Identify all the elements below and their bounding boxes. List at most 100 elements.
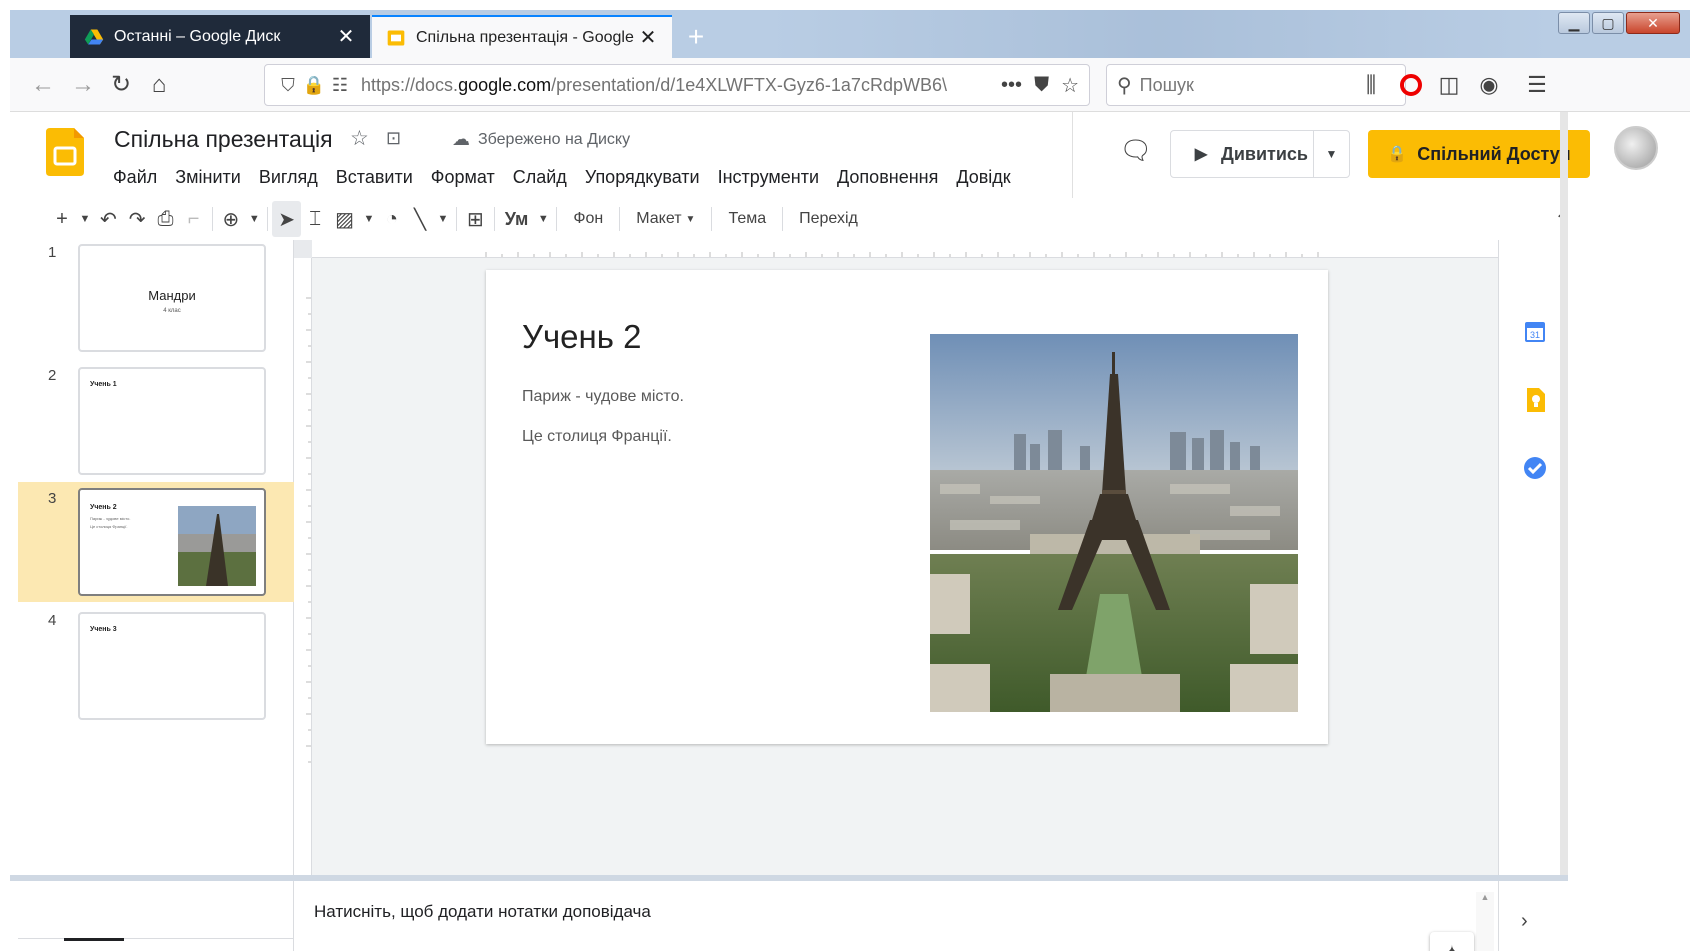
line-icon[interactable]: ╲ bbox=[406, 201, 434, 237]
save-status[interactable]: ☁ Збережено на Диску bbox=[452, 129, 630, 150]
slide-filmstrip: 1 Мандри 4 клас 2 Учень 1 3 Учень 2 Пари… bbox=[18, 240, 294, 951]
present-dropdown-icon[interactable]: ▼ bbox=[1313, 131, 1349, 177]
text-style-button[interactable]: Ум bbox=[499, 201, 535, 237]
select-cursor-icon[interactable]: ➤ bbox=[272, 201, 302, 237]
calendar-icon[interactable]: 31 bbox=[1519, 316, 1551, 348]
menu-slide[interactable]: Слайд bbox=[504, 162, 576, 192]
text-box-icon[interactable]: ⌶ bbox=[301, 201, 329, 237]
comments-icon[interactable]: 🗨 bbox=[1118, 132, 1154, 168]
share-button[interactable]: 🔒 Спільний Доступ bbox=[1368, 130, 1590, 178]
background-button[interactable]: Фон bbox=[561, 201, 615, 237]
chevron-right-icon[interactable]: › bbox=[1521, 910, 1528, 933]
slide-editor: Учень 2 Париж - чудове місто. Це столиця… bbox=[294, 240, 1498, 876]
shape-icon[interactable]: ◔ bbox=[378, 201, 406, 237]
bookmark-star-icon[interactable]: ☆ bbox=[1061, 73, 1079, 98]
move-to-folder-icon[interactable]: ⊡ bbox=[386, 128, 401, 149]
slide-thumbnail[interactable]: Учень 1 bbox=[78, 367, 266, 475]
zoom-dropdown-icon[interactable]: ▼ bbox=[245, 201, 263, 237]
transition-button[interactable]: Перехід bbox=[787, 201, 870, 237]
keep-icon[interactable] bbox=[1519, 384, 1551, 416]
slide-thumbnail-row-selected[interactable]: 3 Учень 2 Париж - чудове місто. Це столи… bbox=[18, 482, 294, 602]
speaker-notes[interactable]: Натисніть, щоб додати нотатки доповідача bbox=[294, 888, 1484, 951]
slide-body-line[interactable]: Це столиця Франції. bbox=[522, 428, 672, 446]
opera-icon[interactable] bbox=[1394, 68, 1428, 102]
url-text[interactable]: https://docs.google.com/presentation/d/1… bbox=[361, 75, 989, 96]
new-slide-icon[interactable]: + bbox=[48, 201, 76, 237]
image-icon[interactable]: ▨ bbox=[329, 201, 360, 237]
theme-button[interactable]: Тема bbox=[716, 201, 778, 237]
redo-icon[interactable]: ↷ bbox=[123, 201, 152, 237]
permissions-icon[interactable]: ☷ bbox=[327, 75, 353, 96]
account-icon[interactable]: ◉ bbox=[1472, 68, 1506, 102]
home-button[interactable]: ⌂ bbox=[142, 68, 176, 102]
slide-thumbnail[interactable]: Учень 2 Париж - чудове місто. Це столиця… bbox=[78, 488, 266, 596]
menu-icon[interactable]: ☰ bbox=[1520, 68, 1554, 102]
grid-view-icon[interactable]: ▦ bbox=[194, 938, 254, 951]
layout-button[interactable]: Макет ▼ bbox=[624, 201, 707, 237]
slide-title[interactable]: Учень 2 bbox=[522, 318, 641, 356]
tab-title: Останні – Google Диск bbox=[114, 27, 281, 45]
close-tab-icon[interactable]: ✕ bbox=[638, 25, 658, 50]
toolbar-divider bbox=[455, 207, 457, 231]
line-dropdown-icon[interactable]: ▼ bbox=[434, 201, 452, 237]
menu-file[interactable]: Файл bbox=[104, 162, 166, 192]
menu-edit[interactable]: Змінити bbox=[166, 162, 250, 192]
menu-format[interactable]: Формат bbox=[422, 162, 504, 192]
present-button[interactable]: ▶ Дивитись ▼ bbox=[1170, 130, 1350, 178]
google-slides-logo-icon[interactable] bbox=[46, 128, 84, 176]
explore-icon[interactable]: ✦ bbox=[1430, 932, 1474, 951]
menu-tools[interactable]: Інструменти bbox=[709, 162, 828, 192]
filmstrip-view-icon[interactable]: ▤ bbox=[64, 938, 124, 951]
paint-format-icon[interactable]: ⌐ bbox=[180, 201, 208, 237]
maximize-button[interactable]: ▢ bbox=[1592, 12, 1624, 34]
close-window-button[interactable]: ✕ bbox=[1626, 12, 1680, 34]
slide-thumbnail[interactable]: Учень 3 bbox=[78, 612, 266, 720]
menu-view[interactable]: Вигляд bbox=[250, 162, 327, 192]
svg-text:31: 31 bbox=[1530, 330, 1540, 340]
comment-add-icon[interactable]: ⊞ bbox=[461, 201, 490, 237]
toolbar-divider bbox=[711, 207, 713, 231]
menu-arrange[interactable]: Упорядкувати bbox=[576, 162, 709, 192]
slide-thumbnail-row[interactable]: 1 Мандри 4 клас bbox=[18, 240, 294, 360]
forward-button[interactable]: → bbox=[66, 68, 100, 102]
sidebar-toggle-icon[interactable]: ◫ bbox=[1432, 68, 1466, 102]
document-title[interactable]: Спільна презентація bbox=[114, 126, 333, 153]
url-bar[interactable]: ⛉ 🔒 ☷ https://docs.google.com/presentati… bbox=[264, 64, 1090, 106]
slide-thumbnail-row[interactable]: 4 Учень 3 bbox=[18, 608, 294, 728]
menu-help[interactable]: Довідк bbox=[947, 162, 1019, 192]
close-tab-icon[interactable]: ✕ bbox=[336, 24, 356, 49]
speaker-notes-placeholder[interactable]: Натисніть, щоб додати нотатки доповідача bbox=[314, 902, 651, 922]
eiffel-tower-image[interactable] bbox=[930, 334, 1298, 712]
menu-addons[interactable]: Доповнення bbox=[828, 162, 947, 192]
tab-slides[interactable]: Спільна презентація - Google ✕ bbox=[372, 15, 672, 58]
vertical-ruler[interactable] bbox=[294, 258, 312, 876]
tab-google-drive[interactable]: Останні – Google Диск ✕ bbox=[70, 15, 370, 58]
shield-icon[interactable]: ⛉ bbox=[275, 75, 301, 96]
undo-icon[interactable]: ↶ bbox=[94, 201, 123, 237]
avatar[interactable] bbox=[1614, 126, 1658, 170]
menu-insert[interactable]: Вставити bbox=[327, 162, 422, 192]
new-slide-dropdown-icon[interactable]: ▼ bbox=[76, 201, 94, 237]
reload-button[interactable]: ↻ bbox=[104, 68, 138, 102]
print-icon[interactable]: ⎙ bbox=[152, 201, 180, 237]
minimize-button[interactable]: ▁ bbox=[1558, 12, 1590, 34]
horizontal-ruler[interactable] bbox=[312, 240, 1498, 258]
zoom-icon[interactable]: ⊕ bbox=[217, 201, 246, 237]
image-dropdown-icon[interactable]: ▼ bbox=[360, 201, 378, 237]
star-icon[interactable]: ☆ bbox=[350, 126, 369, 151]
tasks-icon[interactable] bbox=[1519, 452, 1551, 484]
slide-thumbnail[interactable]: Мандри 4 клас bbox=[78, 244, 266, 352]
library-icon[interactable]: ⫼ bbox=[1354, 68, 1388, 102]
slide-thumbnail-row[interactable]: 2 Учень 1 bbox=[18, 363, 294, 483]
slide-body-line[interactable]: Париж - чудове місто. bbox=[522, 388, 684, 406]
back-button[interactable]: ← bbox=[26, 68, 60, 102]
pocket-icon[interactable]: ⛊ bbox=[1034, 74, 1049, 97]
page-actions-icon[interactable]: ••• bbox=[1001, 74, 1022, 97]
new-tab-button[interactable]: + bbox=[682, 23, 710, 52]
slide-canvas[interactable]: Учень 2 Париж - чудове місто. Це столиця… bbox=[486, 270, 1328, 744]
text-style-dropdown-icon[interactable]: ▼ bbox=[534, 201, 552, 237]
scroll-up-icon[interactable]: ▲ bbox=[1476, 892, 1494, 902]
lock-icon[interactable]: 🔒 bbox=[301, 75, 327, 96]
thumbnail-text: Париж - чудове місто. bbox=[90, 516, 131, 521]
notes-scrollbar[interactable]: ▲ ▼ bbox=[1476, 892, 1494, 951]
